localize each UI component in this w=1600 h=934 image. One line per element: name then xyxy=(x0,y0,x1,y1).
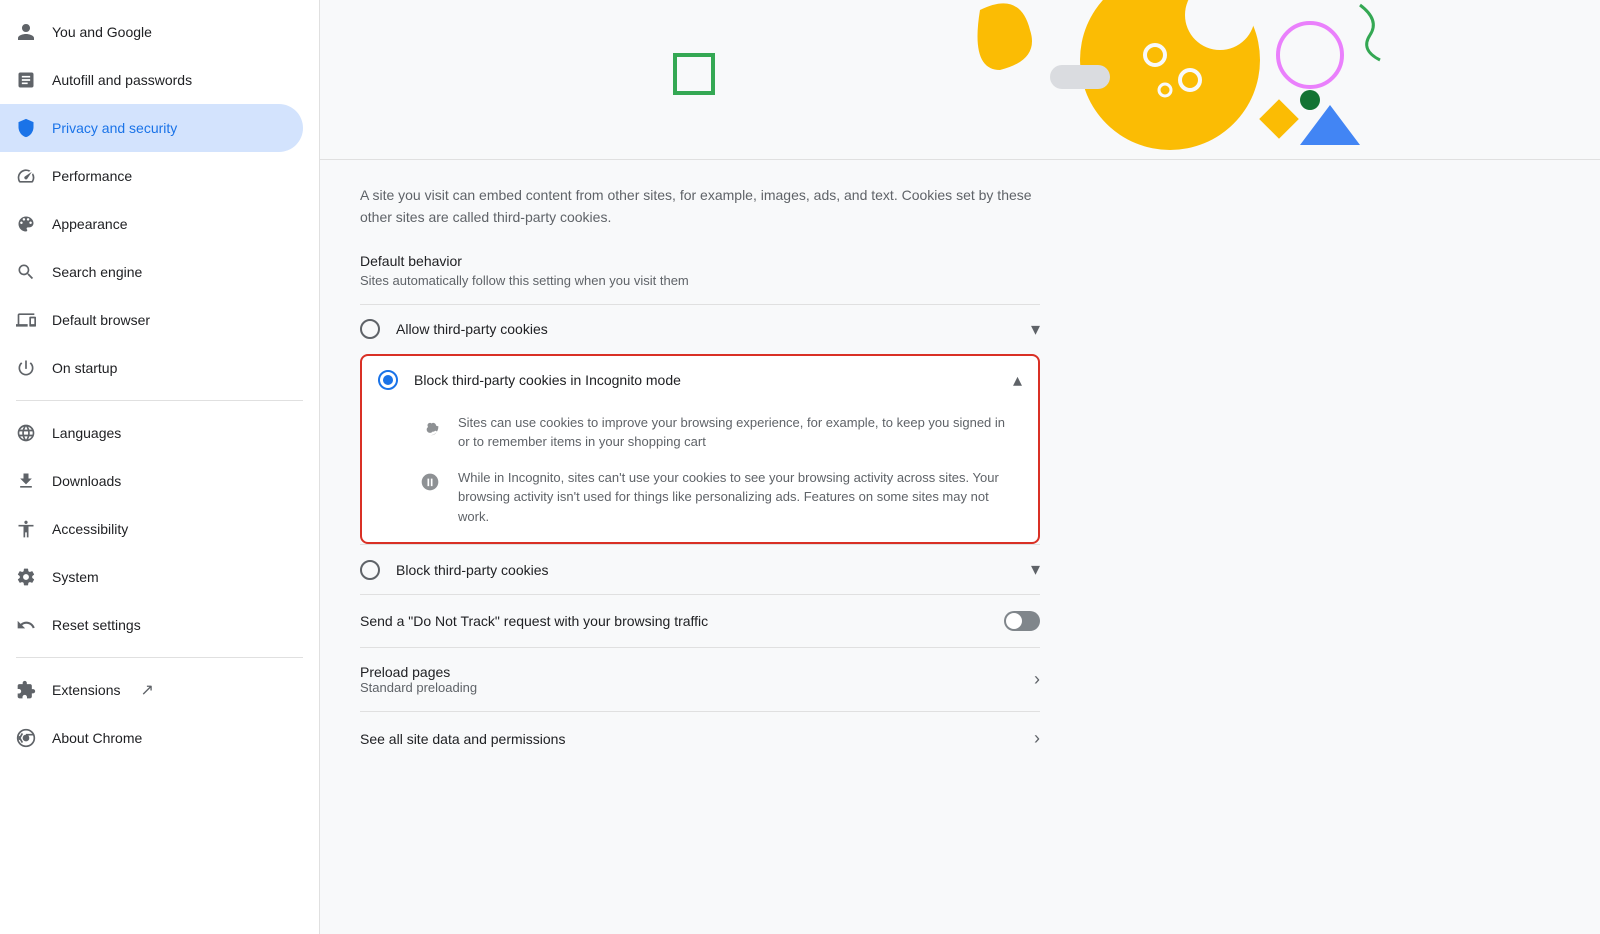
preload-pages-subtitle: Standard preloading xyxy=(360,680,1018,695)
search-icon xyxy=(16,262,36,282)
reset-icon xyxy=(16,615,36,635)
sidebar-item-label: Languages xyxy=(52,425,121,441)
description-text: A site you visit can embed content from … xyxy=(360,184,1040,229)
sidebar-item-extensions[interactable]: Extensions ↗ xyxy=(0,666,303,714)
block-all-cookies-option[interactable]: Block third-party cookies ▾ xyxy=(360,544,1040,594)
sidebar-item-label: Search engine xyxy=(52,264,142,280)
sidebar-item-accessibility[interactable]: Accessibility xyxy=(0,505,303,553)
cookie-icon xyxy=(418,415,442,439)
divider-2 xyxy=(16,657,303,658)
sidebar-item-search-engine[interactable]: Search engine xyxy=(0,248,303,296)
sidebar-item-label: Downloads xyxy=(52,473,121,489)
block-icon xyxy=(418,470,442,494)
block-all-cookies-radio[interactable] xyxy=(360,560,380,580)
power-icon xyxy=(16,358,36,378)
block-incognito-chevron: ▴ xyxy=(1013,370,1022,391)
external-link-icon: ↗ xyxy=(140,680,153,700)
sidebar-item-system[interactable]: System xyxy=(0,553,303,601)
sidebar-item-about-chrome[interactable]: About Chrome xyxy=(0,714,303,762)
site-data-row[interactable]: See all site data and permissions › xyxy=(360,711,1040,765)
sidebar-item-label: Privacy and security xyxy=(52,120,177,136)
default-behavior-title: Default behavior xyxy=(360,253,1040,269)
sidebar-item-label: Accessibility xyxy=(52,521,128,537)
block-incognito-option[interactable]: Block third-party cookies in Incognito m… xyxy=(362,356,1038,405)
block-incognito-container: Block third-party cookies in Incognito m… xyxy=(360,354,1040,545)
toggle-thumb xyxy=(1006,613,1022,629)
allow-cookies-option[interactable]: Allow third-party cookies ▾ xyxy=(360,304,1040,354)
language-icon xyxy=(16,423,36,443)
sidebar-item-autofill[interactable]: Autofill and passwords xyxy=(0,56,303,104)
do-not-track-row: Send a "Do Not Track" request with your … xyxy=(360,594,1040,647)
site-data-content: See all site data and permissions xyxy=(360,731,1018,747)
shield-icon xyxy=(16,118,36,138)
block-incognito-radio[interactable] xyxy=(378,370,398,390)
main-content: A site you visit can embed content from … xyxy=(320,0,1600,934)
sidebar-item-appearance[interactable]: Appearance xyxy=(0,200,303,248)
block-incognito-label: Block third-party cookies in Incognito m… xyxy=(414,372,997,388)
person-icon xyxy=(16,22,36,42)
preload-pages-content: Preload pages Standard preloading xyxy=(360,664,1018,695)
sidebar-item-label: Performance xyxy=(52,168,132,184)
allow-cookies-radio[interactable] xyxy=(360,319,380,339)
block-all-cookies-label: Block third-party cookies xyxy=(396,562,1015,578)
sidebar-item-default-browser[interactable]: Default browser xyxy=(0,296,303,344)
do-not-track-toggle[interactable] xyxy=(1004,611,1040,631)
accessibility-icon xyxy=(16,519,36,539)
sidebar-item-label: Reset settings xyxy=(52,617,141,633)
extension-icon xyxy=(16,680,36,700)
sidebar-item-label: About Chrome xyxy=(52,730,142,746)
sidebar-item-label: System xyxy=(52,569,99,585)
block-all-cookies-chevron: ▾ xyxy=(1031,559,1040,580)
sidebar-item-performance[interactable]: Performance xyxy=(0,152,303,200)
assignment-icon xyxy=(16,70,36,90)
sidebar-item-label: On startup xyxy=(52,360,117,376)
allow-cookies-chevron: ▾ xyxy=(1031,319,1040,340)
preload-pages-row[interactable]: Preload pages Standard preloading › xyxy=(360,647,1040,711)
sidebar-item-on-startup[interactable]: On startup xyxy=(0,344,303,392)
sidebar-item-privacy[interactable]: Privacy and security xyxy=(0,104,303,152)
sidebar-item-label: Extensions xyxy=(52,682,120,698)
settings-icon xyxy=(16,567,36,587)
preload-pages-arrow: › xyxy=(1034,669,1040,690)
illustration-svg xyxy=(320,0,1600,160)
sidebar-item-label: Default browser xyxy=(52,312,150,328)
info-row-1: Sites can use cookies to improve your br… xyxy=(418,413,1014,452)
sidebar-item-label: Appearance xyxy=(52,216,128,232)
info-text-1: Sites can use cookies to improve your br… xyxy=(458,413,1014,452)
sidebar: You and Google Autofill and passwords Pr… xyxy=(0,0,320,934)
sidebar-item-downloads[interactable]: Downloads xyxy=(0,457,303,505)
chrome-icon xyxy=(16,728,36,748)
web-icon xyxy=(16,310,36,330)
info-text-2: While in Incognito, sites can't use your… xyxy=(458,468,1014,527)
palette-icon xyxy=(16,214,36,234)
sidebar-item-you-and-google[interactable]: You and Google xyxy=(0,8,303,56)
settings-content: A site you visit can embed content from … xyxy=(320,160,1080,789)
illustration-area xyxy=(320,0,1600,160)
speed-icon xyxy=(16,166,36,186)
allow-cookies-label: Allow third-party cookies xyxy=(396,321,1015,337)
divider-1 xyxy=(16,400,303,401)
default-behavior-subtitle: Sites automatically follow this setting … xyxy=(360,273,1040,288)
sidebar-item-label: You and Google xyxy=(52,24,152,40)
sidebar-item-reset[interactable]: Reset settings xyxy=(0,601,303,649)
download-icon xyxy=(16,471,36,491)
sidebar-item-languages[interactable]: Languages xyxy=(0,409,303,457)
do-not-track-label: Send a "Do Not Track" request with your … xyxy=(360,613,988,629)
site-data-title: See all site data and permissions xyxy=(360,731,1018,747)
info-row-2: While in Incognito, sites can't use your… xyxy=(418,468,1014,527)
preload-pages-title: Preload pages xyxy=(360,664,1018,680)
sidebar-item-label: Autofill and passwords xyxy=(52,72,192,88)
site-data-arrow: › xyxy=(1034,728,1040,749)
block-incognito-details: Sites can use cookies to improve your br… xyxy=(362,405,1038,543)
